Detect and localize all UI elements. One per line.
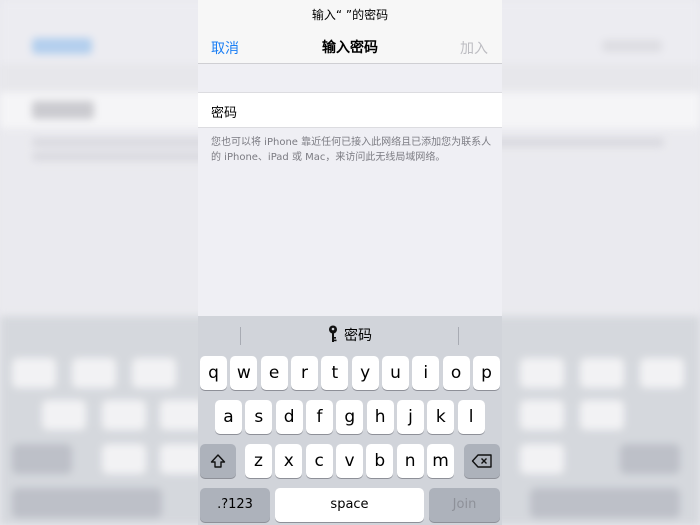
key-w[interactable]: w (230, 356, 258, 390)
key-f[interactable]: f (305, 400, 333, 434)
key-g[interactable]: g (336, 400, 364, 434)
page-title: 输入密码 (322, 40, 378, 56)
key-j[interactable]: j (396, 400, 424, 434)
key-n[interactable]: n (396, 444, 424, 478)
key-r[interactable]: r (290, 356, 318, 390)
password-field[interactable] (278, 99, 488, 123)
numbers-key[interactable]: .?123 (200, 488, 270, 522)
key-m[interactable]: m (426, 444, 454, 478)
key-h[interactable]: h (366, 400, 394, 434)
key-z[interactable]: z (245, 444, 272, 478)
key-u[interactable]: u (381, 356, 409, 390)
key-o[interactable]: o (442, 356, 470, 390)
key-k[interactable]: k (427, 400, 455, 434)
key-icon (328, 325, 344, 344)
suggestion-bar: 密码 (198, 316, 502, 354)
key-p[interactable]: p (472, 356, 500, 390)
key-x[interactable]: x (275, 444, 303, 478)
key-y[interactable]: y (351, 356, 379, 390)
password-label: 密码 (211, 106, 238, 121)
key-b[interactable]: b (366, 444, 394, 478)
key-d[interactable]: d (275, 400, 303, 434)
keyboard: 密码 qwertyuiop asdfghjkl zxcvbnm .?123 spac… (198, 316, 502, 525)
key-q[interactable]: q (200, 356, 227, 390)
shift-key[interactable] (200, 444, 236, 478)
backspace-icon (471, 451, 493, 471)
space-key[interactable]: space (275, 488, 424, 522)
key-l[interactable]: l (457, 400, 485, 434)
suggestion-label: 密码 (344, 328, 372, 344)
navigation-bar: 取消 输入密码 加入 (198, 30, 502, 64)
password-suggestion[interactable]: 密码 (198, 325, 502, 345)
share-password-note: 您也可以将 iPhone 靠近任何已接入此网络且已添加您为联系人的 iPhone… (211, 137, 492, 163)
key-s[interactable]: s (245, 400, 273, 434)
join-button[interactable]: 加入 (460, 38, 488, 58)
password-row[interactable]: 密码 (198, 92, 502, 128)
delete-key[interactable] (464, 444, 500, 478)
key-c[interactable]: c (305, 444, 333, 478)
key-a[interactable]: a (215, 400, 242, 434)
key-i[interactable]: i (412, 356, 440, 390)
shift-icon (210, 451, 226, 471)
key-t[interactable]: t (321, 356, 349, 390)
key-e[interactable]: e (260, 356, 288, 390)
network-prompt: 输入“ ”的密码 (198, 0, 502, 30)
key-v[interactable]: v (335, 444, 363, 478)
join-key[interactable]: Join (429, 488, 500, 522)
password-sheet: 输入“ ”的密码 取消 输入密码 加入 密码 您也可以将 iPhone 靠近任何… (198, 0, 502, 525)
